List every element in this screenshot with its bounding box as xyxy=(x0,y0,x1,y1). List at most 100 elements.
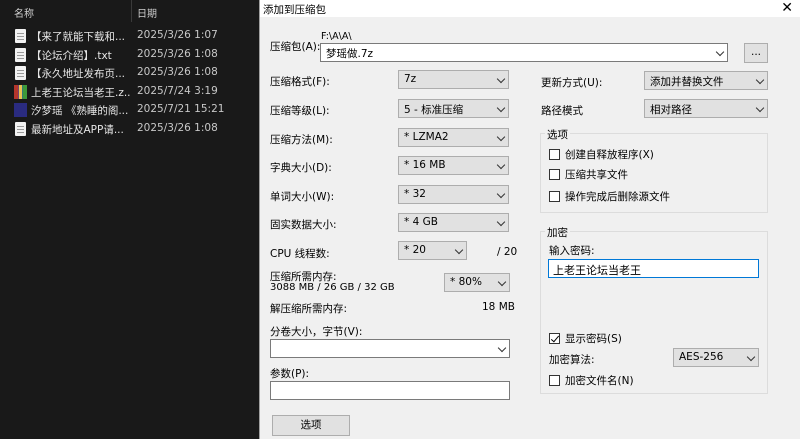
decompress-memory-label: 解压缩所需内存: xyxy=(270,303,348,315)
file-row[interactable]: 【永久地址发布页... 2025/3/26 1:08 xyxy=(0,65,260,83)
file-row[interactable]: 【来了就能下载和... 2025/3/26 1:07 xyxy=(0,28,260,46)
options-button[interactable]: 选项 xyxy=(272,415,350,436)
password-label: 输入密码: xyxy=(549,245,595,257)
file-row[interactable]: 汐梦瑶 《熟睡的阁... 2025/7/21 15:21 xyxy=(0,102,260,120)
parameters-input[interactable] xyxy=(270,381,510,400)
decompress-memory-value: 18 MB xyxy=(482,301,515,313)
word-size-select[interactable]: * 32 xyxy=(398,185,509,204)
chevron-down-icon xyxy=(497,277,507,287)
method-select[interactable]: * LZMA2 xyxy=(398,128,509,147)
file-date: 2025/3/26 1:08 xyxy=(137,66,218,79)
column-header-name[interactable]: 名称 xyxy=(14,5,34,20)
update-mode-value: 添加并替换文件 xyxy=(650,76,724,88)
level-value: 5 - 标准压缩 xyxy=(404,104,464,116)
archive-icon xyxy=(14,84,27,99)
dialog-titlebar[interactable]: 添加到压缩包 ✕ xyxy=(260,0,800,17)
dictionary-label: 字典大小(D): xyxy=(270,162,332,174)
memory-percent-select[interactable]: * 80% xyxy=(444,273,510,292)
file-name: 【来了就能下载和... xyxy=(31,31,126,43)
path-mode-select[interactable]: 相对路径 xyxy=(644,99,768,118)
delete-source-label[interactable]: 操作完成后删除源文件 xyxy=(565,189,670,204)
format-label: 压缩格式(F): xyxy=(270,76,330,88)
solid-block-value: * 4 GB xyxy=(404,216,438,228)
text-file-icon xyxy=(15,122,26,136)
dictionary-select[interactable]: * 16 MB xyxy=(398,156,509,175)
cpu-threads-total: / 20 xyxy=(497,246,518,258)
word-size-label: 单词大小(W): xyxy=(270,191,335,203)
show-password-label[interactable]: 显示密码(S) xyxy=(565,331,622,346)
dictionary-value: * 16 MB xyxy=(404,159,446,171)
chevron-down-icon[interactable] xyxy=(497,343,507,353)
level-select[interactable]: 5 - 标准压缩 xyxy=(398,99,509,118)
chevron-down-icon xyxy=(755,103,765,113)
options-group-title: 选项 xyxy=(545,127,570,142)
archive-name-combo[interactable]: 梦瑶做.7z xyxy=(320,43,728,62)
add-to-archive-dialog: 添加到压缩包 ✕ 压缩包(A): F:\A\A\ 梦瑶做.7z ... 压缩格式… xyxy=(259,0,800,439)
create-sfx-label[interactable]: 创建自释放程序(X) xyxy=(565,147,654,162)
format-value: 7z xyxy=(404,73,417,85)
shared-files-label[interactable]: 压缩共享文件 xyxy=(565,167,628,182)
encryption-method-value: AES-256 xyxy=(679,351,724,363)
encryption-method-label: 加密算法: xyxy=(549,354,595,366)
file-row[interactable]: 最新地址及APP请... 2025/3/26 1:08 xyxy=(0,121,260,139)
text-file-icon xyxy=(15,29,26,43)
file-date: 2025/7/21 15:21 xyxy=(137,103,225,116)
password-input[interactable]: 上老王论坛当老王 xyxy=(548,259,759,278)
split-volume-label: 分卷大小，字节(V): xyxy=(270,326,363,338)
file-name: 上老王论坛当老王.z... xyxy=(31,86,131,99)
file-name: 汐梦瑶 《熟睡的阁... xyxy=(31,105,129,118)
column-divider[interactable] xyxy=(131,0,132,22)
chevron-down-icon xyxy=(496,160,506,170)
file-explorer: 名称 日期 【来了就能下载和... 2025/3/26 1:07 【论坛介绍】.tx… xyxy=(0,0,260,439)
file-date: 2025/3/26 1:08 xyxy=(137,122,218,134)
encrypt-names-label[interactable]: 加密文件名(N) xyxy=(565,373,634,388)
file-date: 2025/7/24 3:19 xyxy=(137,84,218,97)
chevron-down-icon[interactable] xyxy=(715,47,725,57)
level-label: 压缩等级(L): xyxy=(270,105,330,117)
path-mode-label: 路径模式 xyxy=(541,105,583,117)
format-select[interactable]: 7z xyxy=(398,70,509,89)
update-mode-label: 更新方式(U): xyxy=(541,77,603,89)
update-mode-select[interactable]: 添加并替换文件 xyxy=(644,71,768,90)
chevron-down-icon xyxy=(746,352,756,362)
file-date: 2025/3/26 1:08 xyxy=(137,47,218,60)
encryption-method-select[interactable]: AES-256 xyxy=(673,348,759,367)
archive-name-value: 梦瑶做.7z xyxy=(326,48,374,60)
word-size-value: * 32 xyxy=(404,188,426,200)
chevron-down-icon xyxy=(496,132,506,142)
split-volume-combo[interactable] xyxy=(270,339,510,358)
method-label: 压缩方法(M): xyxy=(270,134,333,146)
column-header-date[interactable]: 日期 xyxy=(137,5,157,20)
explorer-header: 名称 日期 xyxy=(0,0,260,23)
solid-block-select[interactable]: * 4 GB xyxy=(398,213,509,232)
chevron-down-icon xyxy=(496,217,506,227)
chevron-down-icon xyxy=(496,189,506,199)
archive-label: 压缩包(A): xyxy=(270,41,321,53)
shared-files-checkbox[interactable] xyxy=(549,169,560,180)
create-sfx-checkbox[interactable] xyxy=(549,149,560,160)
file-date: 2025/3/26 1:07 xyxy=(137,29,218,41)
browse-button[interactable]: ... xyxy=(744,43,768,63)
archive-path: F:\A\A\ xyxy=(321,31,352,42)
text-file-icon xyxy=(15,66,26,81)
text-file-icon xyxy=(15,47,26,62)
file-name: 【论坛介绍】.txt xyxy=(31,49,112,62)
file-row[interactable]: 【论坛介绍】.txt 2025/3/26 1:08 xyxy=(0,47,260,65)
encryption-group-title: 加密 xyxy=(545,225,570,240)
file-name: 【永久地址发布页... xyxy=(31,68,126,81)
cpu-threads-label: CPU 线程数: xyxy=(270,248,330,260)
path-mode-value: 相对路径 xyxy=(650,104,692,116)
file-row[interactable]: 上老王论坛当老王.z... 2025/7/24 3:19 xyxy=(0,84,260,102)
close-icon[interactable]: ✕ xyxy=(781,0,793,16)
memory-value: 3088 MB / 26 GB / 32 GB xyxy=(270,282,395,293)
chevron-down-icon xyxy=(755,75,765,85)
cpu-threads-select[interactable]: * 20 xyxy=(398,241,467,260)
method-value: * LZMA2 xyxy=(404,131,449,143)
encrypt-names-checkbox[interactable] xyxy=(549,375,560,386)
dialog-title: 添加到压缩包 xyxy=(263,4,326,16)
chevron-down-icon xyxy=(496,103,506,113)
video-file-icon xyxy=(14,103,27,118)
cpu-threads-value: * 20 xyxy=(404,244,426,256)
delete-source-checkbox[interactable] xyxy=(549,191,560,202)
show-password-checkbox[interactable] xyxy=(549,333,560,344)
